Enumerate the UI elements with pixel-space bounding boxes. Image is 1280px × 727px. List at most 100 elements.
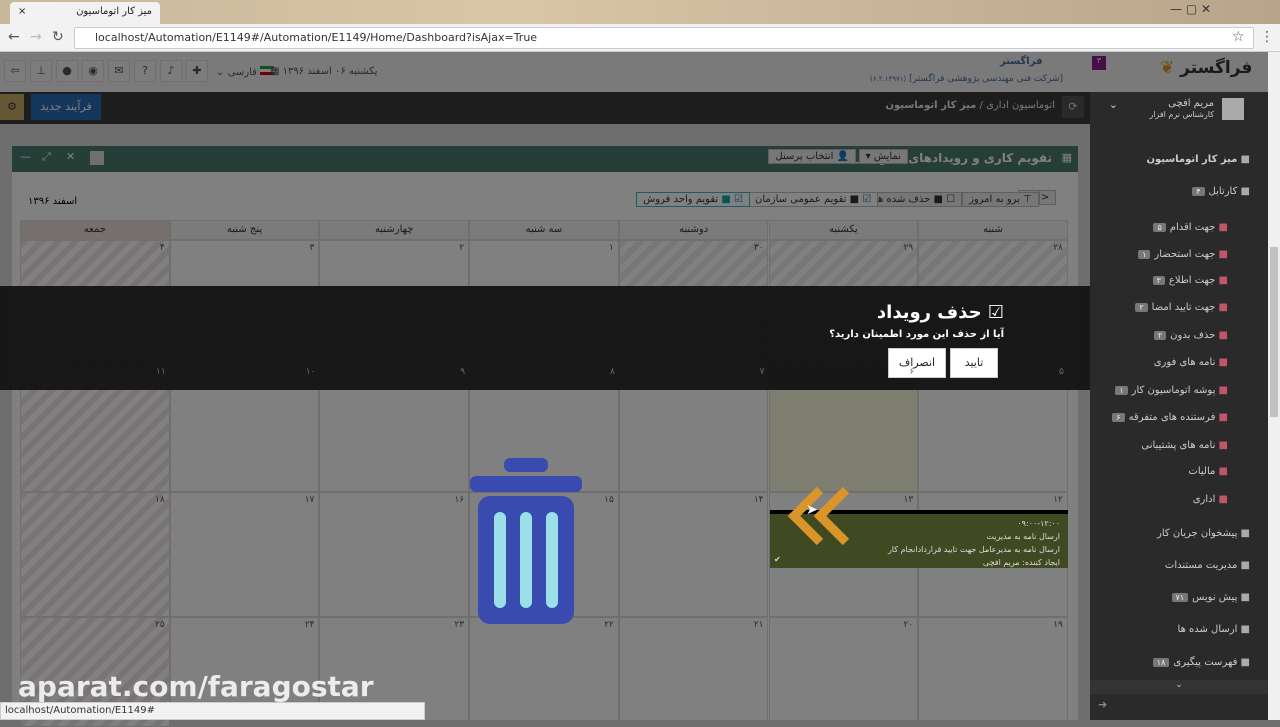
calendar-day-cell[interactable]: ۱۸ — [20, 492, 170, 617]
current-date: یکشنبه ۰۶ اسفند ۱۳۹۶ ▦ — [270, 66, 378, 77]
new-process-button[interactable]: فرآیند جدید — [31, 94, 101, 120]
sidebar-item-label: پیش نویس — [1192, 592, 1238, 603]
sidebar-item[interactable]: ■ مالیات — [1188, 466, 1228, 477]
microphone-icon[interactable]: ♪ — [160, 60, 182, 82]
sidebar-item-label: جهت تایید امضا — [1151, 302, 1216, 313]
calendar-day-cell[interactable]: ۲۰ — [768, 617, 919, 727]
sidebar-item[interactable]: ■ فهرست پیگیری۱۸ — [1152, 657, 1250, 668]
sidebar-item[interactable]: ■ فرستنده های متفرقه۶ — [1112, 412, 1228, 423]
sidebar-item-label: جهت اقدام — [1169, 222, 1216, 233]
page-scrollbar[interactable] — [1268, 52, 1280, 720]
settings-gear-icon[interactable]: ⚙ — [0, 94, 24, 120]
rss-icon[interactable]: ◉ — [82, 60, 104, 82]
sidebar-item[interactable]: ■ پیشخوان جریان کار — [1157, 528, 1250, 539]
minimize-icon[interactable]: — — [20, 150, 31, 163]
scrollbar-thumb[interactable] — [1270, 247, 1278, 417]
calendar-day-number: ۹ — [460, 367, 466, 377]
count-badge: ۴ — [1192, 187, 1205, 196]
calendar-day-cell[interactable]: ۲۱ — [618, 617, 769, 727]
sidebar-item[interactable]: ■ نامه های پشتیبانی — [1141, 440, 1228, 451]
puzzle-icon[interactable]: ✚ — [186, 60, 208, 82]
today-button[interactable]: ⊤ برو به امروز — [962, 192, 1039, 207]
logout-icon[interactable]: ⇦ — [4, 60, 26, 82]
sales-calendar-filter[interactable]: ☑ ■ تقویم واحد فروش — [636, 192, 750, 207]
sidebar-item[interactable]: ■ میز کار اتوماسیون — [1146, 154, 1250, 165]
forward-icon[interactable]: → — [30, 29, 42, 45]
chevron-down-icon[interactable]: ⌄ — [1109, 98, 1118, 111]
sidebar-item-label: فهرست پیگیری — [1173, 657, 1238, 668]
browser-tab[interactable]: میز کار اتوماسیون × — [10, 2, 160, 24]
calendar-day-cell[interactable]: ۱۶ — [319, 492, 470, 617]
chat-icon[interactable]: ✉ — [108, 60, 130, 82]
sidebar-item[interactable]: ■ نامه های فوری — [1154, 357, 1228, 368]
sidebar-item[interactable]: ■ پیش نویس۷۱ — [1171, 592, 1250, 603]
calendar-day-cell[interactable]: ۲۲ — [469, 617, 619, 727]
sidebar-item[interactable]: ■ مدیریت مستندات — [1165, 560, 1250, 571]
org-chart-icon[interactable]: ⊥ — [30, 60, 52, 82]
scroll-down-icon[interactable]: ⌄ — [1090, 680, 1268, 694]
day-header: چهارشنبه — [319, 220, 470, 240]
collapse-sidebar-icon[interactable]: ➜ — [1098, 698, 1107, 711]
back-icon[interactable]: ← — [8, 29, 20, 45]
url-input[interactable]: localhost/Automation/E1149#/Automation/E… — [74, 27, 1254, 49]
sidebar-item[interactable]: ■ ارسال شده ها — [1178, 624, 1250, 635]
breadcrumb: اتوماسیون اداری / میز کار اتوماسیون — [885, 100, 1055, 111]
language-select[interactable]: ⌄ فارسی — [216, 66, 275, 78]
count-badge: ۷۱ — [1171, 593, 1189, 602]
sidebar-item[interactable]: ■ اداری — [1193, 494, 1228, 505]
dialog-message: آیا از حذف این مورد اطمینان دارید؟ — [829, 329, 1004, 340]
sidebar-item-label: کارتابل — [1208, 186, 1238, 197]
count-badge: ۱ — [1115, 386, 1128, 395]
tab-title: میز کار اتوماسیون — [76, 6, 152, 17]
expand-icon[interactable]: ⤢ — [42, 150, 51, 164]
sidebar-item[interactable]: ■ جهت استحضار۱ — [1138, 249, 1228, 260]
sidebar-item[interactable]: ■ کارتابل۴ — [1192, 186, 1250, 197]
day-header: پنج شنبه — [169, 220, 320, 240]
count-badge: ۶ — [1112, 413, 1125, 422]
sidebar-item[interactable]: ■ حذف بدون۲ — [1153, 330, 1228, 341]
user-profile[interactable]: مریم افچی کارشناس نرم افزار ⌄ — [1098, 96, 1258, 124]
folder-icon: ■ — [1215, 330, 1228, 341]
breadcrumb-item[interactable]: اتوماسیون اداری — [986, 100, 1055, 111]
sidebar-item[interactable]: ■ جهت تایید امضا۲ — [1135, 302, 1228, 313]
day-header: شنبه — [918, 220, 1068, 240]
count-badge: ۱ — [1138, 250, 1151, 259]
calendar-icon: ▦ — [1061, 151, 1072, 164]
show-dropdown[interactable]: نمایش ▾ — [858, 149, 908, 164]
help-icon[interactable]: ? — [134, 60, 156, 82]
notification-badge[interactable]: ۳ — [1092, 56, 1106, 70]
select-personnel-button[interactable]: 👤 انتخاب پرسنل — [768, 149, 856, 164]
close-icon[interactable]: ✕ — [66, 150, 75, 163]
menu-icon: ■ — [1237, 528, 1250, 539]
trash-icon — [470, 458, 582, 624]
sidebar-item[interactable]: ■ جهت اقدام۵ — [1153, 222, 1228, 233]
reload-icon[interactable]: ↻ — [52, 29, 64, 45]
window-controls[interactable]: — ▢ ✕ — [1170, 2, 1211, 16]
avatar — [1222, 98, 1244, 120]
bookmark-star-icon[interactable]: ☆ — [1232, 29, 1245, 45]
count-badge: ۵ — [1153, 223, 1166, 232]
breadcrumb-current: میز کار اتوماسیون — [885, 100, 977, 111]
panel-checkbox[interactable] — [90, 151, 104, 165]
status-bar: localhost/Automation/E1149# — [0, 702, 425, 720]
calendar-day-cell[interactable]: ۱۴ — [618, 492, 769, 617]
sidebar-item-label: نامه های پشتیبانی — [1141, 440, 1216, 451]
company-full-name: [شرکت فنی مهندسی پژوهشی فراگستر] (۶.۲.۱۳… — [870, 74, 1064, 84]
menu-icon[interactable]: ⋮ — [1260, 29, 1274, 45]
menu-icon: ■ — [1237, 624, 1250, 635]
sidebar-item[interactable]: ■ جهت اطلاع۳ — [1152, 275, 1228, 286]
deleted-filter[interactable]: ☐ ■ حذف شده ها — [868, 192, 963, 207]
sidebar-item[interactable]: ■ پوشه اتوماسیون کار۱ — [1115, 385, 1228, 396]
close-tab-icon[interactable]: × — [18, 6, 26, 17]
sidebar-item-label: پوشه اتوماسیون کار — [1131, 385, 1216, 396]
calendar-day-cell[interactable]: ۱۷ — [169, 492, 320, 617]
menu-icon: ■ — [1237, 592, 1250, 603]
user-icon[interactable]: ● — [56, 60, 78, 82]
count-badge: ۲ — [1135, 303, 1148, 312]
calendar-day-cell[interactable]: ۱۹ — [918, 617, 1068, 727]
org-calendar-filter[interactable]: ☑ ■ تقویم عمومی سازمان — [748, 192, 879, 207]
folder-icon: ■ — [1215, 302, 1228, 313]
sidebar: مریم افچی کارشناس نرم افزار ⌄ ■ میز کار … — [1090, 92, 1268, 720]
refresh-icon[interactable]: ⟳ — [1062, 96, 1084, 118]
sidebar-item-label: میز کار اتوماسیون — [1146, 154, 1238, 165]
